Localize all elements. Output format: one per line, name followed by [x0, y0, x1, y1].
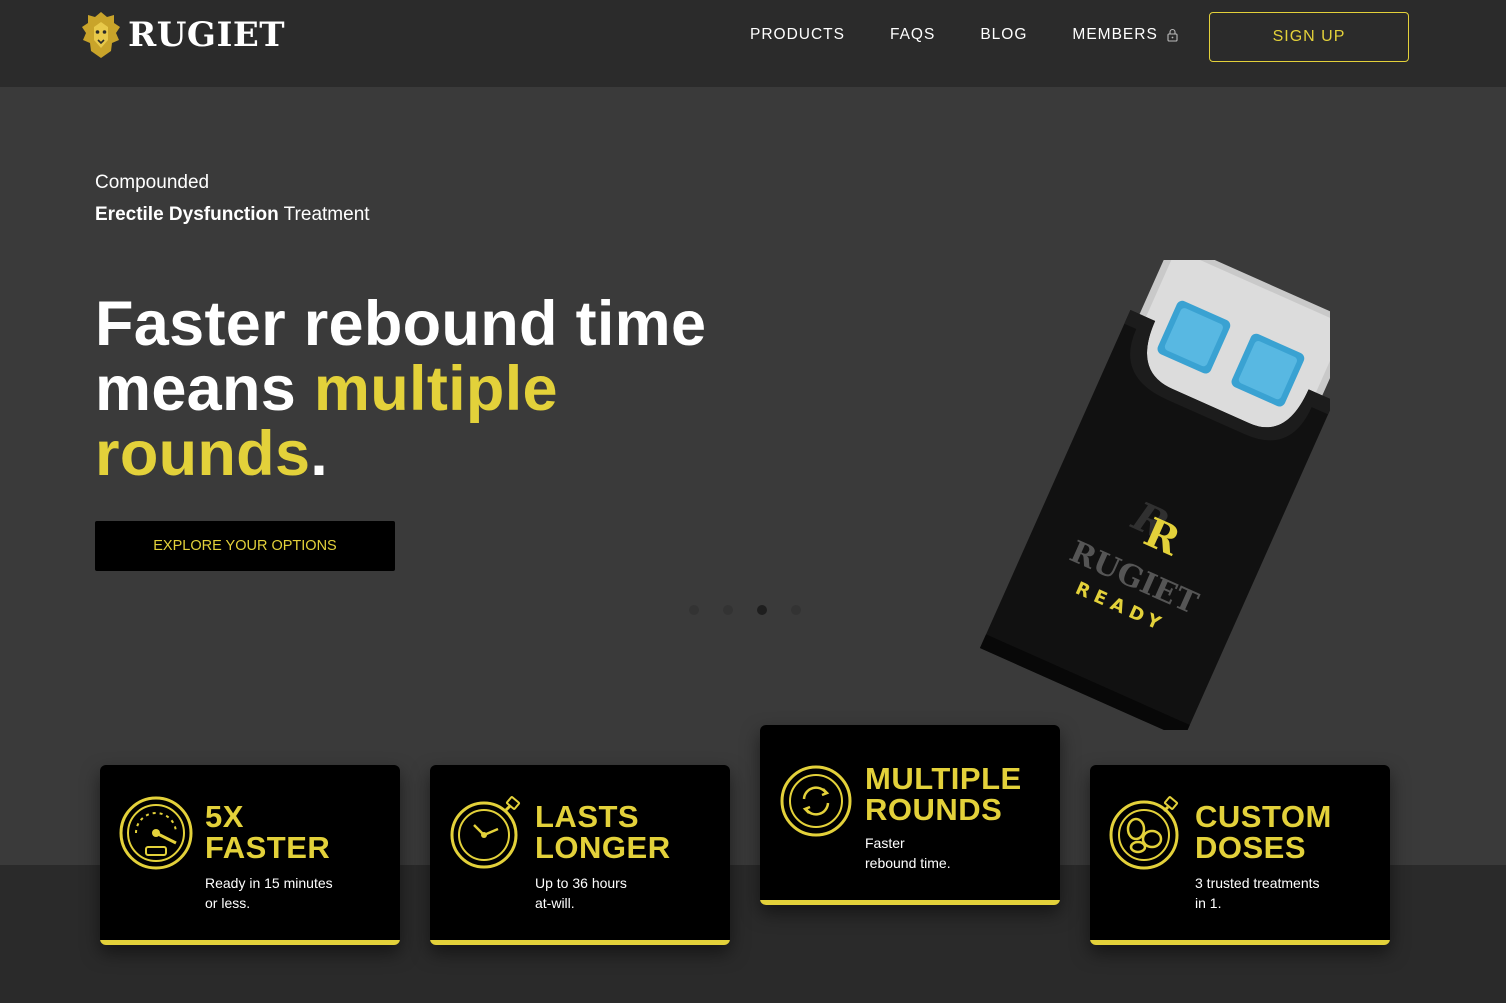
nav-products[interactable]: PRODUCTS [750, 26, 845, 44]
feature-card-doses[interactable]: CUSTOM DOSES 3 trusted treatments in 1. [1090, 765, 1390, 945]
brand-name: RUGIET [128, 15, 286, 55]
top-navigation-bar: RUGIET PRODUCTS FAQS BLOG MEMBERS SIGN U… [0, 0, 1506, 87]
feature-title-line2: ROUNDS [865, 792, 1003, 827]
feature-desc-line1: Ready in 15 minutes [205, 875, 333, 891]
feature-title-line1: 5X [205, 799, 244, 834]
feature-desc-line2: in 1. [1195, 895, 1222, 911]
feature-description: 3 trusted treatments in 1. [1195, 873, 1365, 913]
sign-up-button[interactable]: SIGN UP [1209, 12, 1409, 62]
feature-desc-line2: rebound time. [865, 855, 951, 871]
cycle-icon [780, 765, 852, 837]
stopwatch-icon [450, 796, 520, 869]
hero-eyebrow-line2: Erectile Dysfunction Treatment [95, 204, 370, 226]
hero-headline: Faster rebound time means multiple round… [95, 292, 775, 487]
headline-highlight2: rounds [95, 419, 311, 489]
feature-title-line2: FASTER [205, 830, 331, 865]
feature-description: Ready in 15 minutes or less. [205, 873, 375, 913]
pill-flask-icon [1109, 796, 1179, 870]
feature-title-line1: CUSTOM [1195, 799, 1332, 834]
feature-title: CUSTOM DOSES [1195, 801, 1332, 863]
hero-eyebrow-rest: Treatment [278, 204, 370, 225]
feature-title: LASTS LONGER [535, 801, 671, 863]
carousel-dot-2[interactable] [723, 605, 733, 615]
carousel-dot-3[interactable] [757, 605, 767, 615]
feature-title-line1: MULTIPLE [865, 761, 1022, 796]
feature-desc-line1: 3 trusted treatments [1195, 875, 1320, 891]
speedometer-icon [119, 796, 193, 870]
carousel-dots [689, 605, 825, 615]
feature-title-line2: DOSES [1195, 830, 1307, 865]
hero-eyebrow-line1: Compounded [95, 172, 210, 193]
explore-options-button[interactable]: EXPLORE YOUR OPTIONS [95, 521, 395, 571]
feature-title-line2: LONGER [535, 830, 671, 865]
feature-card-rounds[interactable]: MULTIPLE ROUNDS Faster rebound time. [760, 725, 1060, 905]
brand-logo[interactable]: RUGIET [80, 10, 285, 60]
headline-part2: means [95, 354, 314, 424]
lion-head-icon [82, 12, 120, 58]
headline-period: . [310, 419, 329, 489]
feature-card-faster[interactable]: 5X FASTER Ready in 15 minutes or less. [100, 765, 400, 945]
hero-eyebrow-bold: Erectile Dysfunction [95, 204, 279, 225]
nav-faqs[interactable]: FAQS [890, 26, 935, 44]
feature-description: Faster rebound time. [865, 833, 1035, 873]
nav-members[interactable]: MEMBERS [1072, 26, 1178, 44]
headline-part1: Faster rebound time [95, 289, 707, 359]
feature-desc-line2: or less. [205, 895, 251, 911]
nav-members-label: MEMBERS [1072, 26, 1158, 43]
lock-icon [1167, 28, 1178, 42]
carousel-dot-1[interactable] [689, 605, 699, 615]
feature-card-longer[interactable]: LASTS LONGER Up to 36 hours at-will. [430, 765, 730, 945]
feature-description: Up to 36 hours at-will. [535, 873, 705, 913]
feature-title: MULTIPLE ROUNDS [865, 763, 1022, 825]
feature-desc-line2: at-will. [535, 895, 575, 911]
feature-desc-line1: Faster [865, 835, 905, 851]
feature-title: 5X FASTER [205, 801, 330, 863]
nav-blog[interactable]: BLOG [980, 26, 1027, 44]
feature-title-line1: LASTS [535, 799, 640, 834]
product-package-image: R R RUGIET READY [979, 260, 1330, 730]
carousel-dot-4[interactable] [791, 605, 801, 615]
main-nav: PRODUCTS FAQS BLOG MEMBERS [750, 26, 1178, 44]
feature-desc-line1: Up to 36 hours [535, 875, 627, 891]
headline-highlight1: multiple [313, 354, 558, 424]
